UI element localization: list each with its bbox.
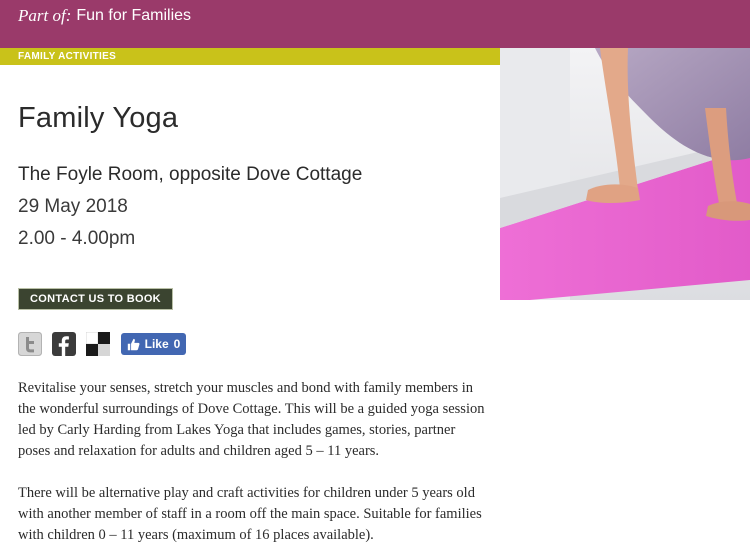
top-banner: Part of: Fun for Families	[0, 0, 750, 48]
event-title: Family Yoga	[18, 102, 179, 134]
facebook-like-button[interactable]: Like 0	[121, 333, 186, 355]
event-time: 2.00 - 4.00pm	[18, 228, 136, 249]
like-count: 0	[173, 337, 181, 351]
part-of-label: Part of:	[18, 6, 72, 25]
facebook-icon[interactable]	[52, 332, 76, 356]
yoga-photo-illustration	[500, 48, 750, 300]
hero-image	[500, 48, 750, 300]
event-date: 29 May 2018	[18, 196, 128, 217]
social-share-bar: Like 0	[18, 332, 186, 356]
delicious-icon[interactable]	[86, 332, 110, 356]
twitter-icon[interactable]	[18, 332, 42, 356]
parent-collection-link[interactable]: Fun for Families	[76, 6, 191, 26]
category-label: FAMILY ACTIVITIES	[18, 51, 117, 62]
thumbs-up-icon	[127, 338, 140, 350]
description-paragraph-1: Revitalise your senses, stretch your mus…	[18, 380, 485, 459]
contact-to-book-button[interactable]: CONTACT US TO BOOK	[18, 288, 173, 310]
category-bar: FAMILY ACTIVITIES	[0, 48, 500, 65]
event-venue: The Foyle Room, opposite Dove Cottage	[18, 164, 363, 185]
description-paragraph-2: There will be alternative play and craft…	[18, 485, 482, 543]
like-label: Like	[144, 337, 169, 351]
